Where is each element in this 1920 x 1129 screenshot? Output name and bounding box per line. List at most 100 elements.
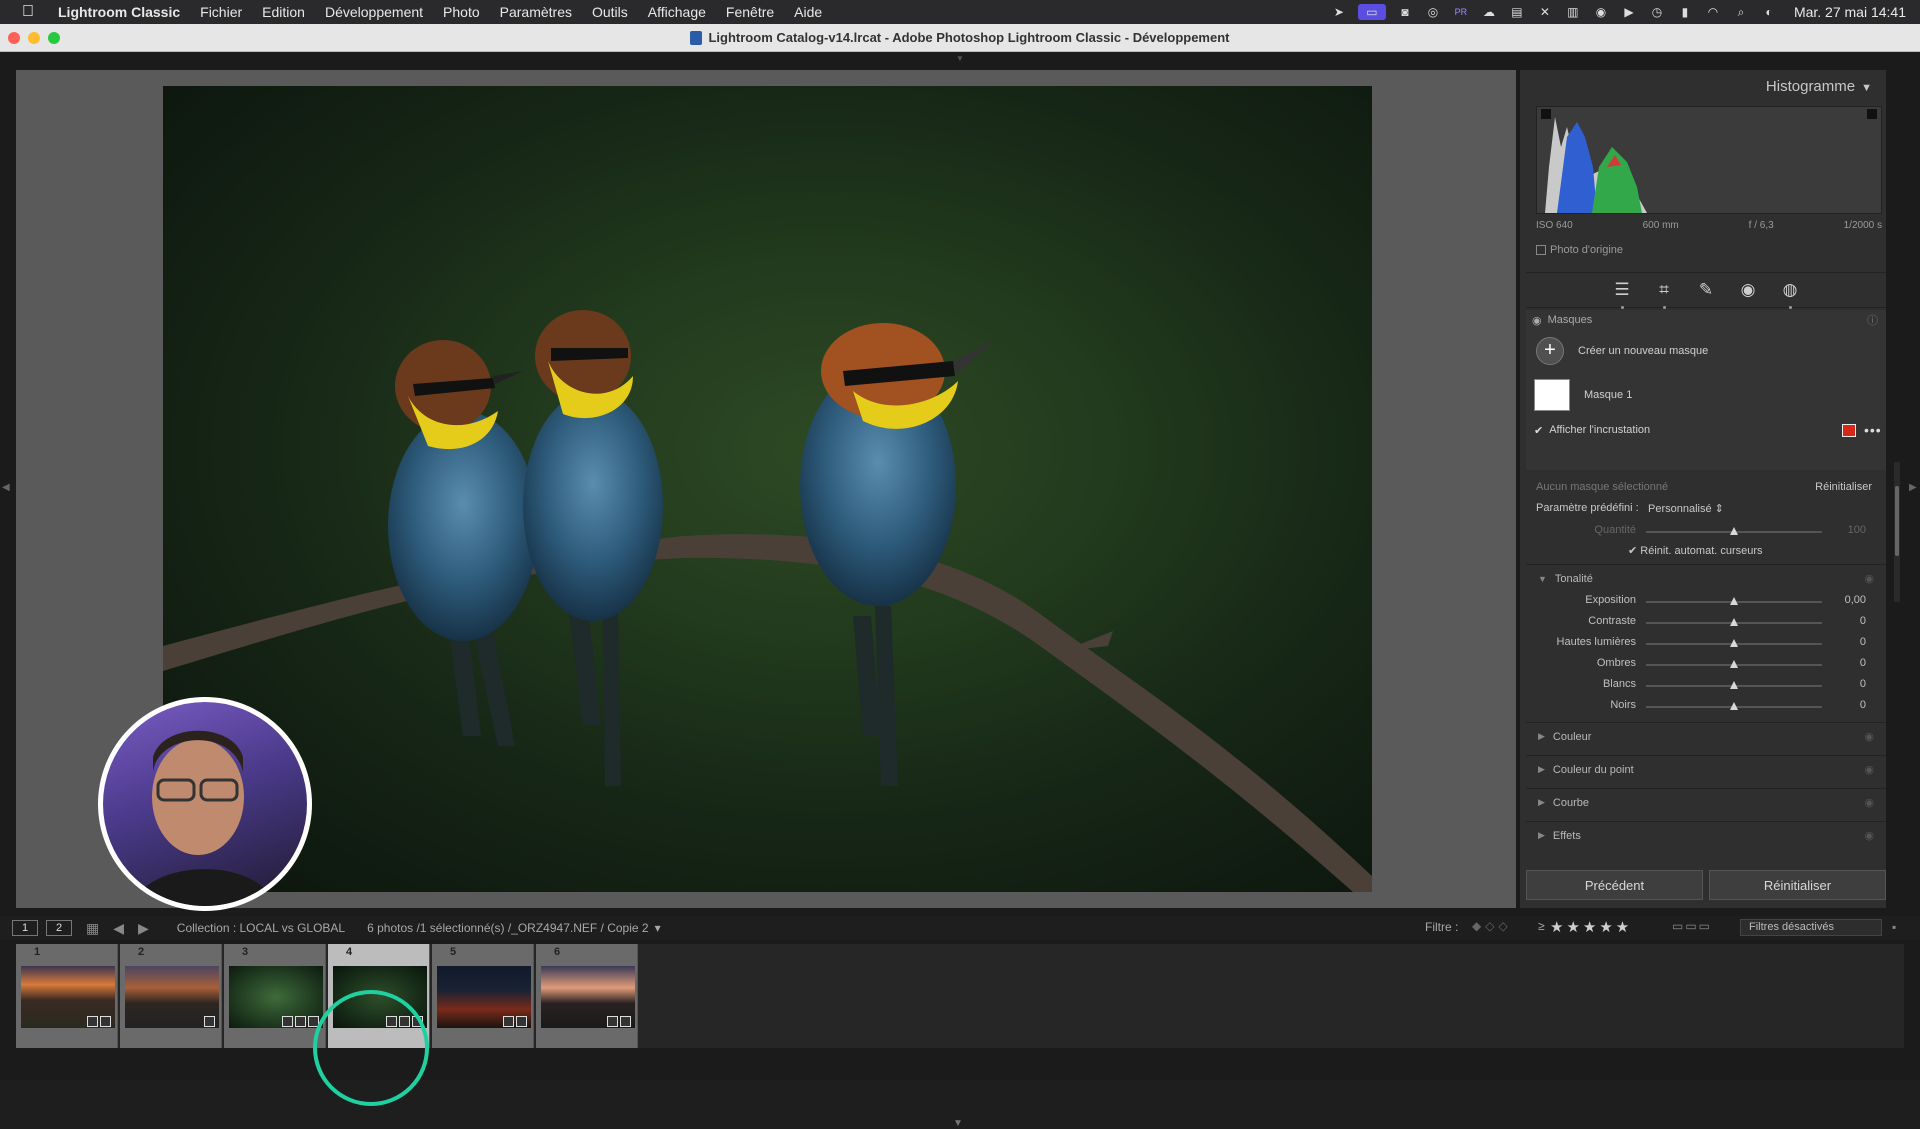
photo-count[interactable]: 6 photos /1 sélectionné(s) /_ORZ4947.NEF… [367,921,648,935]
filmstrip-thumbnail[interactable]: 6 [536,944,638,1048]
menu-photo[interactable]: Photo [433,4,490,20]
section-eye-icon[interactable]: ◉ [1864,730,1874,743]
red-eye-icon[interactable]: ◉ [1736,278,1760,302]
screen-record-icon[interactable]: ▭ [1357,4,1386,20]
expand-triangle-icon[interactable]: ▼ [1538,574,1547,584]
section-eye-icon[interactable]: ◉ [1864,796,1874,809]
secondary-window-button[interactable]: 2 [46,920,72,936]
battery-icon[interactable]: ▮ [1676,4,1694,20]
tonality-section-header[interactable]: ▼ Tonalité ◉ [1526,564,1886,592]
main-window-button[interactable]: 1 [12,920,38,936]
camera-icon[interactable]: ◙ [1396,4,1414,20]
menu-outils[interactable]: Outils [582,4,638,20]
menu-app-name[interactable]: Lightroom Classic [50,4,190,20]
slider-value[interactable]: 0 [1860,636,1866,648]
original-photo-toggle[interactable]: Photo d'origine [1536,244,1623,256]
slider-thumb[interactable] [1730,681,1738,689]
masking-icon[interactable]: ◍ [1778,278,1802,309]
time-icon[interactable]: ◷ [1648,4,1666,20]
overlay-color-swatch[interactable] [1842,423,1856,437]
auto-reset-check-icon[interactable]: ✔ [1628,545,1637,557]
back-arrow-icon[interactable]: ◀ [113,920,124,937]
overlay-row[interactable]: ✔ Afficher l'incrustation ••• [1526,422,1886,438]
mask-thumbnail[interactable] [1534,379,1570,411]
healing-icon[interactable]: ✎ [1694,278,1718,302]
crop-icon[interactable]: ⌗ [1652,278,1676,309]
filter-lock-icon[interactable]: ▪ [1892,920,1896,934]
slider-value[interactable]: 0 [1860,615,1866,627]
slider-thumb[interactable] [1730,639,1738,647]
auto-reset-toggle[interactable]: ✔ Réinit. automat. curseurs [1628,544,1763,557]
help-icon[interactable]: ⓘ [1867,312,1878,328]
expand-triangle-icon[interactable]: ▶ [1538,830,1545,841]
wifi-icon[interactable]: ◠ [1704,4,1722,20]
right-panel-toggle-icon[interactable]: ▶ [1909,482,1917,493]
reset-mask-link[interactable]: Réinitialiser [1815,481,1872,493]
more-options-icon[interactable]: ••• [1864,422,1882,438]
highlight-clipping-icon[interactable] [1867,109,1877,119]
section-eye-icon[interactable]: ◉ [1864,829,1874,842]
filmstrip-thumbnail[interactable]: 5 [432,944,534,1048]
histogram-panel-header[interactable]: Histogramme ▼ [1766,78,1872,95]
section-eye-icon[interactable]: ◉ [1864,572,1874,585]
forward-arrow-icon[interactable]: ▶ [138,920,149,937]
zoom-window-button[interactable] [48,32,60,44]
grid-view-icon[interactable]: ▦ [86,920,99,937]
slider-thumb[interactable] [1730,660,1738,668]
rating-filter-stars[interactable]: ★★★★★ [1550,918,1632,936]
layout-icon[interactable]: ▥ [1564,4,1582,20]
eye-icon[interactable]: ◉ [1532,314,1542,327]
clipboard-icon[interactable]: ▤ [1508,4,1526,20]
color-label-filter-icons[interactable]: ▭▭▭ [1672,919,1712,933]
menu-developpement[interactable]: Développement [315,4,433,20]
slider-value[interactable]: 0 [1860,678,1866,690]
menu-aide[interactable]: Aide [784,4,832,20]
expand-triangle-icon[interactable]: ▶ [1538,731,1545,742]
left-panel-toggle-icon[interactable]: ◀ [2,482,10,493]
apple-icon[interactable]:  [18,2,38,22]
slider-value[interactable]: 0,00 [1845,594,1866,606]
create-mask-row[interactable]: + Créer un nouveau masque [1526,334,1886,368]
control-center-icon[interactable]: ◐ [1760,4,1778,20]
grid-icon[interactable]: ✕ [1536,4,1554,20]
amount-slider-thumb[interactable] [1730,527,1738,535]
minimize-window-button[interactable] [28,32,40,44]
source-dropdown-icon[interactable]: ▾ [655,921,661,935]
main-photo[interactable] [163,86,1372,892]
expand-triangle-icon[interactable]: ▶ [1538,764,1545,775]
cursor-icon[interactable]: ➤ [1330,4,1348,20]
menu-fenetre[interactable]: Fenêtre [716,4,784,20]
slider-value[interactable]: 0 [1860,699,1866,711]
filmstrip-thumbnail[interactable]: 3 [224,944,326,1048]
right-panel-scrollbar[interactable] [1894,462,1900,602]
top-panel-toggle-icon[interactable]: ▼ [953,54,967,63]
user-icon[interactable]: ◉ [1592,4,1610,20]
preset-select[interactable]: Personnalisé ⇕ [1648,502,1724,515]
slider-thumb[interactable] [1730,618,1738,626]
menu-edition[interactable]: Edition [252,4,315,20]
slider-value[interactable]: 0 [1860,657,1866,669]
previous-button[interactable]: Précédent [1526,870,1703,900]
menu-fichier[interactable]: Fichier [190,4,252,20]
reset-button[interactable]: Réinitialiser [1709,870,1886,900]
mask-list-item[interactable]: Masque 1 [1526,376,1886,414]
close-window-button[interactable] [8,32,20,44]
flag-filter-icons[interactable]: ◆◇◇ [1472,919,1512,933]
collapse-triangle-icon[interactable]: ▼ [1861,82,1872,94]
collection-path[interactable]: Collection : LOCAL vs GLOBAL [177,921,345,935]
menu-parametres[interactable]: Paramètres [490,4,582,20]
filter-preset-select[interactable]: Filtres désactivés [1740,919,1882,936]
point-color-section-header[interactable]: ▶ Couleur du point ◉ [1526,755,1886,783]
expand-triangle-icon[interactable]: ▶ [1538,797,1545,808]
histogram[interactable] [1536,106,1882,214]
effects-section-header[interactable]: ▶ Effets ◉ [1526,821,1886,849]
overlay-checkbox[interactable]: ✔ [1534,424,1543,437]
scrollbar-thumb[interactable] [1895,486,1899,556]
search-icon[interactable]: ⌕ [1732,4,1750,20]
create-mask-button[interactable]: + [1536,337,1564,365]
creative-cloud-icon[interactable]: ☁ [1480,4,1498,20]
play-icon[interactable]: ▶ [1620,4,1638,20]
menu-clock[interactable]: Mar. 27 mai 14:41 [1794,4,1906,20]
section-eye-icon[interactable]: ◉ [1864,763,1874,776]
filmstrip-thumbnail[interactable]: 2 [120,944,222,1048]
